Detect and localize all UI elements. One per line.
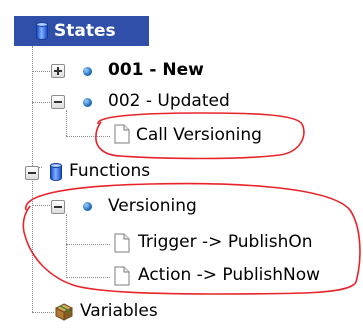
tree-connector (66, 244, 110, 245)
tree-view: States 001 - New 002 - Updated Call Vers… (0, 0, 363, 333)
node-002-collapse-toggle[interactable] (51, 95, 65, 109)
node-001-expand-toggle[interactable] (51, 64, 65, 78)
tree-connector (66, 136, 110, 137)
tree-connector (32, 102, 50, 103)
tree-connector (32, 71, 50, 72)
document-icon (114, 266, 130, 286)
dot-icon (83, 67, 92, 76)
tree-node-label: Variables (80, 301, 158, 321)
document-icon (114, 233, 130, 253)
dot-icon (83, 98, 92, 107)
tree-node-label: Action -> PublishNow (138, 265, 321, 285)
tree-node-label: 001 - New (108, 60, 204, 80)
database-icon (50, 163, 62, 181)
versioning-collapse-toggle[interactable] (51, 200, 65, 214)
tree-node-label: Versioning (108, 196, 197, 216)
tree-node-label: Trigger -> PublishOn (138, 232, 313, 252)
tree-connector (32, 178, 33, 312)
tree-connector (66, 214, 67, 278)
tree-node-label: 002 - Updated (108, 91, 230, 111)
tree-node-label: Functions (69, 161, 151, 181)
database-icon (36, 22, 48, 40)
tree-node-states[interactable]: States (14, 16, 149, 46)
tree-connector (32, 205, 50, 206)
tree-connector (32, 312, 54, 313)
tree-node-label: States (54, 21, 116, 41)
dot-icon (83, 202, 92, 211)
tree-connector (32, 46, 33, 168)
functions-collapse-toggle[interactable] (25, 166, 39, 180)
document-icon (114, 124, 130, 144)
tree-connector (66, 110, 67, 136)
box-icon (55, 303, 73, 321)
tree-connector (66, 277, 110, 278)
tree-node-label: Call Versioning (136, 125, 262, 145)
